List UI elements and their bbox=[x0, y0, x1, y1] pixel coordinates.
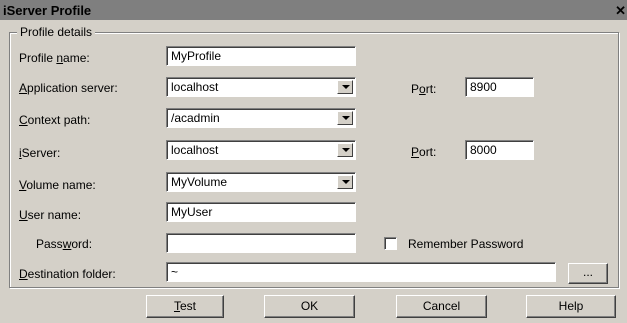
application-server-combo[interactable]: localhost bbox=[166, 77, 356, 97]
help-button[interactable]: Help bbox=[526, 295, 616, 318]
context-path-value: /acadmin bbox=[171, 111, 220, 125]
profile-name-input[interactable]: MyProfile bbox=[166, 46, 356, 66]
close-icon[interactable]: ✕ bbox=[615, 3, 626, 19]
iserver-label: iServer: bbox=[19, 146, 61, 160]
iserver-port-input[interactable]: 8000 bbox=[465, 140, 534, 160]
application-server-label: Application server: bbox=[19, 81, 118, 95]
remember-password-checkbox[interactable] bbox=[384, 237, 397, 250]
app-port-input[interactable]: 8900 bbox=[465, 77, 534, 97]
iserver-port-label: Port: bbox=[411, 145, 437, 159]
user-name-label: User name: bbox=[19, 208, 82, 222]
context-path-combo[interactable]: /acadmin bbox=[166, 108, 356, 128]
test-button[interactable]: Test bbox=[146, 295, 224, 318]
application-server-value: localhost bbox=[171, 80, 219, 94]
iserver-value: localhost bbox=[171, 143, 219, 157]
chevron-down-icon[interactable] bbox=[337, 111, 353, 125]
context-path-label: Context path: bbox=[19, 113, 91, 127]
title-bar: iServer Profile ✕ bbox=[0, 0, 627, 20]
password-input[interactable] bbox=[166, 233, 356, 253]
window-title: iServer Profile bbox=[3, 3, 92, 18]
destination-folder-input[interactable]: ~ bbox=[166, 262, 556, 282]
profile-name-label: Profile name: bbox=[19, 51, 90, 65]
volume-name-label: Volume name: bbox=[19, 178, 96, 192]
volume-name-combo[interactable]: MyVolume bbox=[166, 172, 356, 192]
app-port-label: Port: bbox=[411, 82, 437, 96]
user-name-input[interactable]: MyUser bbox=[166, 202, 356, 222]
volume-name-value: MyVolume bbox=[171, 175, 228, 189]
chevron-down-icon[interactable] bbox=[337, 143, 353, 157]
chevron-down-icon[interactable] bbox=[337, 175, 353, 189]
destination-folder-label: Destination folder: bbox=[19, 267, 116, 281]
ok-button[interactable]: OK bbox=[264, 295, 355, 318]
chevron-down-icon[interactable] bbox=[337, 80, 353, 94]
password-label: Password: bbox=[36, 237, 93, 251]
remember-password-label: Remember Password bbox=[408, 237, 524, 251]
iserver-combo[interactable]: localhost bbox=[166, 140, 356, 160]
browse-button[interactable]: ... bbox=[568, 263, 608, 284]
cancel-button[interactable]: Cancel bbox=[396, 295, 487, 318]
group-legend: Profile details bbox=[17, 25, 96, 39]
